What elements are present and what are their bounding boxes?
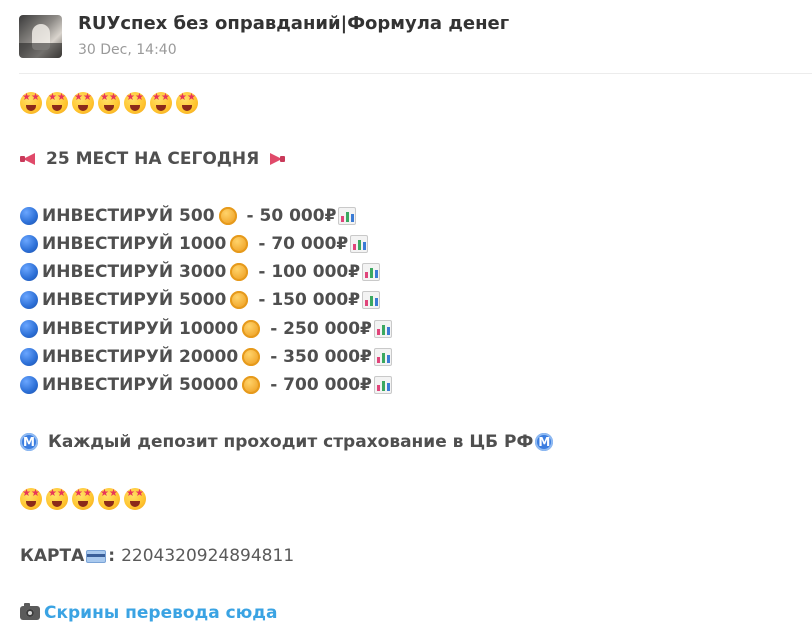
insurance-text: Каждый депозит проходит страхование в ЦБ… [48, 432, 534, 452]
star-struck-icon [124, 92, 146, 114]
invest-label: ИНВЕСТИРУЙ 1000 [42, 234, 227, 254]
invest-return: - 350 000₽ [270, 347, 372, 367]
coin-icon [230, 263, 249, 281]
coin-icon [242, 376, 261, 394]
blue-circle-icon [20, 320, 38, 338]
star-struck-icon [98, 92, 120, 114]
blue-circle-icon [20, 235, 38, 253]
star-struck-icon [72, 488, 94, 510]
invest-return: - 50 000₽ [246, 206, 337, 226]
invest-label: ИНВЕСТИРУЙ 10000 [42, 319, 239, 339]
channel-title[interactable]: RUУспех без оправданий|Формула денег [78, 13, 509, 34]
bar-chart-icon [373, 348, 392, 366]
screenshots-line: Скрины перевода сюда [20, 601, 277, 625]
star-struck-icon [20, 488, 42, 510]
invest-row: ИНВЕСТИРУЙ 5000 - 150 000₽ [20, 288, 381, 312]
post-header: RUУспех без оправданий|Формула денег 30 … [0, 0, 812, 74]
invest-return: - 250 000₽ [270, 319, 372, 339]
blue-circle-icon [20, 263, 38, 281]
channel-avatar[interactable] [19, 15, 62, 58]
screenshots-link[interactable]: Скрины перевода сюда [44, 601, 277, 625]
camera-icon [20, 603, 40, 620]
blue-circle-icon [20, 348, 38, 366]
coin-icon [242, 320, 261, 338]
post-date: 30 Dec, 14:40 [78, 42, 177, 58]
headline-text: 25 МЕСТ НА СЕГОДНЯ [46, 149, 260, 169]
invest-row: ИНВЕСТИРУЙ 1000 - 70 000₽ [20, 232, 369, 256]
blue-circle-icon [20, 376, 38, 394]
bar-chart-icon [350, 235, 369, 253]
card-label: КАРТА [20, 546, 85, 566]
star-struck-icon [176, 92, 198, 114]
star-struck-icon [124, 488, 146, 510]
header-divider [19, 73, 812, 74]
avatar-shade [19, 43, 62, 58]
blue-circle-icon [20, 207, 38, 225]
bar-chart-icon [362, 291, 381, 309]
invest-label: ИНВЕСТИРУЙ 5000 [42, 290, 227, 310]
invest-row: ИНВЕСТИРУЙ 500 - 50 000₽ [20, 204, 357, 228]
card-line: КАРТА : 2204320924894811 [20, 544, 294, 568]
invest-return: - 70 000₽ [258, 234, 349, 254]
invest-label: ИНВЕСТИРУЙ 500 [42, 206, 215, 226]
metro-icon: M [535, 433, 554, 451]
bar-chart-icon [362, 263, 381, 281]
card-colon: : [108, 546, 116, 566]
star-struck-icon [46, 488, 68, 510]
coin-icon [230, 291, 249, 309]
star-struck-icon [20, 92, 42, 114]
metro-icon: M [20, 433, 38, 451]
invest-return: - 700 000₽ [270, 375, 372, 395]
invest-row: ИНВЕСТИРУЙ 10000 - 250 000₽ [20, 317, 392, 341]
emoji-row-top [20, 91, 198, 115]
star-struck-icon [46, 92, 68, 114]
bar-chart-icon [373, 376, 392, 394]
invest-label: ИНВЕСТИРУЙ 3000 [42, 262, 227, 282]
coin-icon [230, 235, 249, 253]
card-number[interactable]: 2204320924894811 [121, 544, 294, 568]
coin-icon [218, 207, 237, 225]
emoji-row-bottom [20, 487, 146, 511]
headline: 25 МЕСТ НА СЕГОДНЯ [20, 147, 285, 171]
invest-return: - 150 000₽ [258, 290, 361, 310]
invest-row: ИНВЕСТИРУЙ 20000 - 350 000₽ [20, 345, 392, 369]
invest-label: ИНВЕСТИРУЙ 20000 [42, 347, 239, 367]
insurance-line: M Каждый депозит проходит страхование в … [20, 430, 554, 454]
star-struck-icon [98, 488, 120, 510]
blue-circle-icon [20, 291, 38, 309]
bar-chart-icon [373, 320, 392, 338]
credit-card-icon [86, 549, 107, 563]
star-struck-icon [150, 92, 172, 114]
megaphone-icon [267, 152, 285, 166]
bar-chart-icon [338, 207, 357, 225]
coin-icon [242, 348, 261, 366]
megaphone-icon [20, 152, 38, 166]
star-struck-icon [72, 92, 94, 114]
invest-row: ИНВЕСТИРУЙ 3000 - 100 000₽ [20, 260, 381, 284]
invest-label: ИНВЕСТИРУЙ 50000 [42, 375, 239, 395]
invest-return: - 100 000₽ [258, 262, 361, 282]
invest-row: ИНВЕСТИРУЙ 50000 - 700 000₽ [20, 373, 392, 397]
